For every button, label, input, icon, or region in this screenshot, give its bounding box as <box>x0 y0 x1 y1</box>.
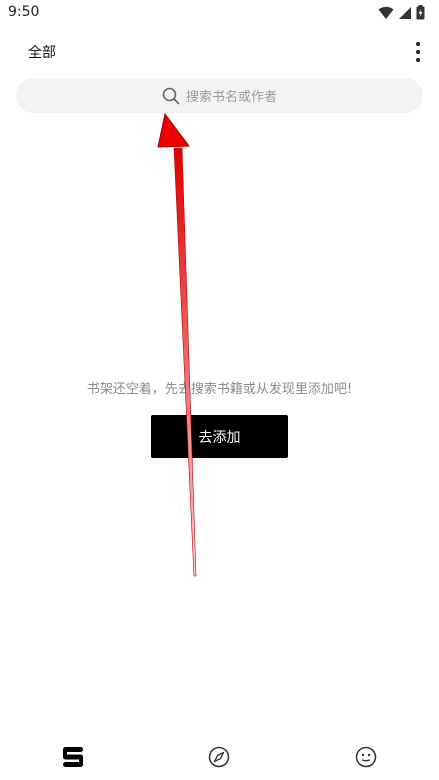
group-title[interactable]: 全部 <box>28 42 56 62</box>
empty-state-message: 书架还空着，先去搜索书籍或从发现里添加吧! <box>86 382 353 397</box>
status-time: 9:50 <box>8 4 40 20</box>
nav-discover[interactable] <box>199 742 239 772</box>
battery-icon <box>416 5 425 20</box>
wifi-icon <box>378 6 394 19</box>
search-icon <box>162 87 180 104</box>
signal-icon <box>399 6 411 19</box>
search-placeholder: 搜索书名或作者 <box>185 90 277 105</box>
bookshelf-icon <box>63 747 83 767</box>
bottom-navigation <box>0 724 439 780</box>
add-book-button[interactable]: 去添加 <box>151 415 288 458</box>
top-app-bar: 全部 <box>0 30 439 70</box>
nav-profile[interactable] <box>346 742 386 772</box>
status-icons <box>378 5 425 20</box>
search-bar[interactable]: 搜索书名或作者 <box>16 78 423 113</box>
smiley-face-icon <box>355 746 377 768</box>
status-bar: 9:50 <box>0 0 439 26</box>
compass-icon <box>208 746 230 768</box>
more-options-icon[interactable] <box>413 42 423 62</box>
nav-bookshelf[interactable] <box>53 742 93 772</box>
